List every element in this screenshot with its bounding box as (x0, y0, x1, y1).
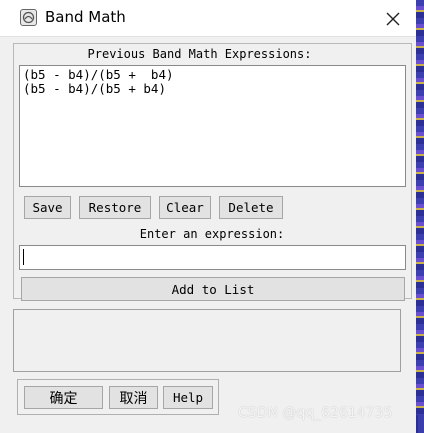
restore-button[interactable]: Restore (79, 196, 151, 219)
ok-button[interactable]: 确定 (24, 386, 103, 409)
expression-input[interactable] (19, 245, 406, 270)
text-caret (23, 249, 24, 265)
enter-expression-label: Enter an expression: (139, 227, 285, 241)
save-button[interactable]: Save (24, 196, 71, 219)
envi-app-icon (20, 9, 37, 26)
help-button[interactable]: Help (163, 386, 213, 409)
cancel-button[interactable]: 取消 (109, 386, 158, 409)
previous-expressions-label: Previous Band Math Expressions: (87, 47, 312, 61)
add-to-list-button[interactable]: Add to List (21, 277, 405, 301)
list-item[interactable]: (b5 - b4)/(b5 + b4) (23, 81, 166, 96)
title-bar[interactable]: Band Math (0, 0, 416, 37)
message-area (13, 309, 401, 372)
list-item[interactable]: (b5 - b4)/(b5 + b4) (23, 67, 174, 82)
window-title: Band Math (45, 8, 126, 26)
clear-button[interactable]: Clear (159, 196, 211, 219)
delete-button[interactable]: Delete (219, 196, 283, 219)
band-math-dialog: Band Math Previous Band Math Expressions… (0, 0, 416, 433)
watermark-text: CSDN @qq_62614735 (238, 405, 393, 421)
previous-expressions-list[interactable]: (b5 - b4)/(b5 + b4) (b5 - b4)/(b5 + b4) (19, 65, 406, 187)
background-image-right (416, 0, 424, 433)
close-icon[interactable] (384, 10, 402, 28)
